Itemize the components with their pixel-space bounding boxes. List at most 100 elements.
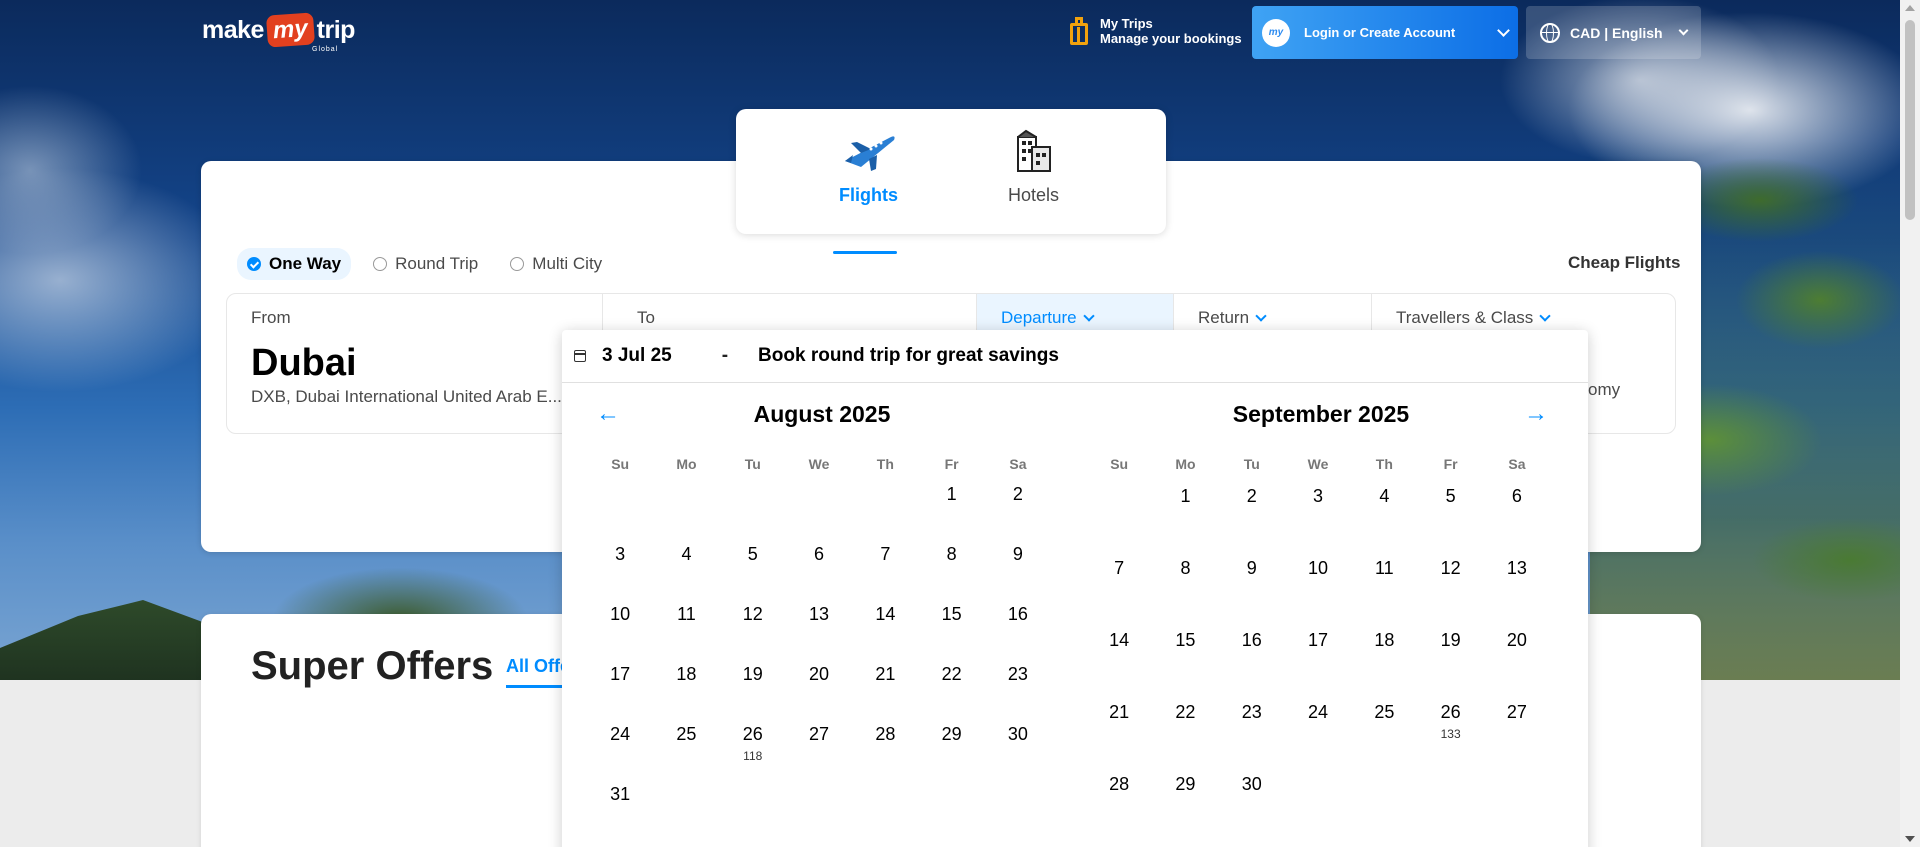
tab-hotels[interactable]: Hotels <box>976 129 1091 234</box>
calendar-day[interactable]: 20 <box>786 662 852 722</box>
tab-flights[interactable]: Flights <box>811 129 926 254</box>
calendar-day[interactable]: 22 <box>918 662 984 722</box>
calendar-day[interactable]: 9 <box>985 542 1051 602</box>
calendar-day[interactable]: 2 <box>985 482 1051 542</box>
calendar-day[interactable]: 29 <box>1152 772 1218 844</box>
trip-one-way-label: One Way <box>269 254 342 273</box>
calendar-day[interactable]: 15 <box>918 602 984 662</box>
calendar-day[interactable]: 28 <box>1086 772 1152 844</box>
my-trips-link[interactable]: My Trips Manage your bookings <box>1068 16 1242 46</box>
calendar-day[interactable]: 23 <box>1219 700 1285 772</box>
calendar-day[interactable]: 27 <box>1484 700 1550 772</box>
my-trips-subtitle: Manage your bookings <box>1100 31 1242 46</box>
calendar-day[interactable]: 31 <box>587 782 653 842</box>
calendar-day[interactable]: 10 <box>587 602 653 662</box>
trip-one-way[interactable]: One Way <box>237 248 352 280</box>
radio-icon <box>510 257 525 271</box>
brand-logo[interactable]: make my trip Global <box>202 12 355 53</box>
calendar-day[interactable]: 21 <box>852 662 918 722</box>
calendar-day[interactable]: 6 <box>1484 484 1550 556</box>
day-grid: 1 2 3 4 5 6 7 8 9 10 11 12 13 14 15 16 17 18 19 20 21 22 23 24 2… <box>587 482 1057 842</box>
calendar-day[interactable]: 25 <box>653 722 719 782</box>
chevron-down-icon <box>1255 309 1267 322</box>
cheap-flights-link[interactable]: Cheap Flights <box>1568 253 1680 273</box>
calendar-day[interactable]: 15 <box>1152 628 1218 700</box>
calendar-day[interactable]: 12 <box>1417 556 1483 628</box>
calendar-day[interactable]: 9 <box>1219 556 1285 628</box>
calendar-day[interactable]: 18 <box>1351 628 1417 700</box>
calendar-day[interactable]: 1 <box>918 482 984 542</box>
calendar-day[interactable]: 4 <box>653 542 719 602</box>
weekday-label: We <box>1307 456 1329 472</box>
calendar-day[interactable]: 6 <box>786 542 852 602</box>
calendar-day[interactable]: 11 <box>653 602 719 662</box>
calendar-day[interactable]: 8 <box>1152 556 1218 628</box>
month-title: September 2025 <box>1232 401 1410 427</box>
calendar-day[interactable]: 20 <box>1484 628 1550 700</box>
weekday-label: Su <box>1110 456 1129 472</box>
calendar-day[interactable]: 8 <box>918 542 984 602</box>
calendar-day[interactable]: 3 <box>587 542 653 602</box>
weekday-label: We <box>808 456 830 472</box>
calendar-day[interactable]: 5 <box>720 542 786 602</box>
calendar-day[interactable]: 16 <box>1219 628 1285 700</box>
calendar-day[interactable]: 26 133 <box>1417 700 1483 772</box>
calendar-day[interactable]: 30 <box>985 722 1051 782</box>
login-button[interactable]: my Login or Create Account <box>1252 6 1518 59</box>
calendar-day[interactable]: 7 <box>1086 556 1152 628</box>
offers-tab-all[interactable]: All Offers <box>506 656 566 688</box>
calendar-day[interactable]: 22 <box>1152 700 1218 772</box>
calendar-day[interactable]: 17 <box>587 662 653 722</box>
calendar-day[interactable]: 10 <box>1285 556 1351 628</box>
round-trip-promo[interactable]: Book round trip for great savings <box>758 345 1059 367</box>
scroll-thumb[interactable] <box>1905 20 1915 220</box>
calendar-day[interactable]: 30 <box>1219 772 1285 844</box>
calendar-day[interactable]: 28 <box>852 722 918 782</box>
from-field[interactable]: From Dubai DXB, Dubai International Unit… <box>227 294 603 433</box>
date-picker-popup: 3 Jul 25 - Book round trip for great sav… <box>562 330 1588 847</box>
calendar-day[interactable]: 16 <box>985 602 1051 662</box>
calendar-day[interactable]: 21 <box>1086 700 1152 772</box>
day-fare: 133 <box>1440 727 1461 741</box>
scroll-down-icon[interactable] <box>1905 836 1915 842</box>
travel-class-value: omy <box>1588 380 1621 399</box>
calendar-day[interactable]: 13 <box>1484 556 1550 628</box>
calendar-day[interactable]: 13 <box>786 602 852 662</box>
trip-multi-city[interactable]: Multi City <box>500 248 612 280</box>
calendar-day[interactable]: 19 <box>720 662 786 722</box>
weekday-header: Su Mo Tu We Th Fr Sa <box>587 456 1057 472</box>
calendar-day[interactable]: 27 <box>786 722 852 782</box>
calendar-day[interactable]: 19 <box>1417 628 1483 700</box>
calendar-day[interactable]: 23 <box>985 662 1051 722</box>
calendar-day[interactable]: 12 <box>720 602 786 662</box>
calendar-day[interactable]: 2 <box>1219 484 1285 556</box>
calendar-day[interactable]: 3 <box>1285 484 1351 556</box>
calendar-day[interactable]: 25 <box>1351 700 1417 772</box>
chevron-down-icon <box>1497 23 1510 37</box>
calendar-day[interactable]: 18 <box>653 662 719 722</box>
calendar-day[interactable]: 29 <box>918 722 984 782</box>
weekday-label: Th <box>876 456 894 472</box>
calendar-day[interactable]: 26 118 <box>720 722 786 782</box>
calendar-day[interactable]: 24 <box>1285 700 1351 772</box>
calendar-day[interactable]: 14 <box>1086 628 1152 700</box>
trip-round-trip[interactable]: Round Trip <box>363 248 488 280</box>
calendar-day[interactable]: 7 <box>852 542 918 602</box>
calendar-day[interactable]: 1 <box>1152 484 1218 556</box>
radio-icon <box>373 257 388 271</box>
calendar-day[interactable]: 24 <box>587 722 653 782</box>
myt-avatar-icon: my <box>1262 18 1290 47</box>
page-scrollbar[interactable] <box>1900 0 1920 847</box>
weekday-label: Sa <box>1508 456 1526 472</box>
scroll-up-icon[interactable] <box>1905 5 1915 11</box>
calendar-day[interactable]: 4 <box>1351 484 1417 556</box>
calendar-day[interactable]: 5 <box>1417 484 1483 556</box>
from-label: From <box>251 308 291 327</box>
from-city: Dubai <box>251 342 357 384</box>
calendar-day[interactable]: 11 <box>1351 556 1417 628</box>
currency-language-selector[interactable]: CAD | English <box>1526 6 1701 59</box>
calendar-day[interactable]: 17 <box>1285 628 1351 700</box>
from-airport: DXB, Dubai International United Arab E..… <box>251 387 562 406</box>
calendar-day[interactable]: 14 <box>852 602 918 662</box>
trip-round-trip-label: Round Trip <box>395 254 479 273</box>
